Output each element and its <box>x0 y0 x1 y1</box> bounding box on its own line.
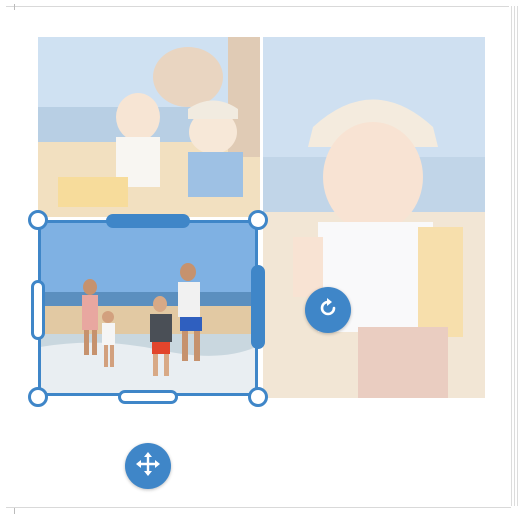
resize-handle-bottom-right[interactable] <box>248 387 268 407</box>
resize-handle-top[interactable] <box>106 214 190 228</box>
page-corner-mark <box>14 4 21 10</box>
page-stack-edge <box>509 6 519 506</box>
resize-handle-bottom-left[interactable] <box>28 387 48 407</box>
photo-toddler-sun-hat[interactable] <box>263 37 485 398</box>
resize-handle-bottom[interactable] <box>118 390 178 404</box>
move-button[interactable] <box>125 443 171 489</box>
move-icon <box>135 451 161 482</box>
photo-beach-kids-group[interactable] <box>38 37 260 217</box>
rotate-button[interactable] <box>305 287 351 333</box>
page-corner-mark <box>14 508 21 514</box>
resize-handle-top-left[interactable] <box>28 210 48 230</box>
resize-handle-left[interactable] <box>31 280 45 340</box>
selection-frame <box>38 220 258 396</box>
resize-handle-right[interactable] <box>251 265 265 349</box>
resize-handle-top-right[interactable] <box>248 210 268 230</box>
rotate-icon <box>316 296 340 325</box>
